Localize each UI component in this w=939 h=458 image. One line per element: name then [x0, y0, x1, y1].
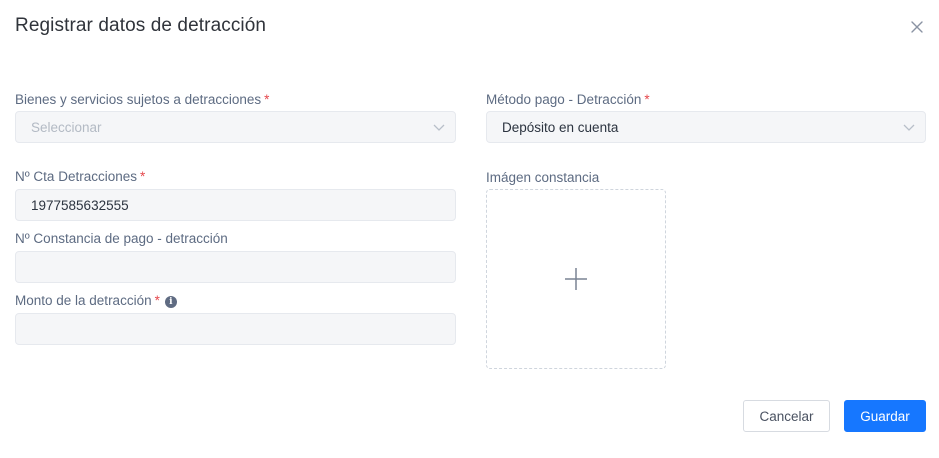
- cta-detracciones-input[interactable]: 1977585632555: [15, 189, 456, 221]
- required-mark: *: [644, 92, 650, 107]
- close-icon[interactable]: [906, 16, 928, 38]
- bienes-select[interactable]: Seleccionar: [15, 111, 456, 143]
- bienes-label-text: Bienes y servicios sujetos a detraccione…: [15, 92, 262, 107]
- cancel-button[interactable]: Cancelar: [743, 400, 830, 432]
- monto-label: Monto de la detracción * i: [15, 293, 177, 308]
- required-mark: *: [264, 92, 270, 107]
- imagen-constancia-label: Imágen constancia: [486, 170, 599, 185]
- required-mark: *: [154, 293, 160, 308]
- required-mark: *: [139, 169, 146, 184]
- constancia-pago-label: Nº Constancia de pago - detracción: [15, 231, 228, 246]
- dialog-title: Registrar datos de detracción: [15, 15, 267, 36]
- metodo-pago-value: Depósito en cuenta: [502, 119, 619, 135]
- metodo-pago-label-text: Método pago - Detracción: [486, 92, 642, 107]
- plus-icon: [565, 268, 587, 290]
- monto-input[interactable]: [15, 313, 456, 345]
- metodo-pago-label: Método pago - Detracción *: [486, 92, 650, 107]
- constancia-pago-input[interactable]: [15, 251, 456, 283]
- cta-detracciones-value: 1977585632555: [31, 197, 129, 213]
- chevron-down-icon: [903, 124, 915, 131]
- info-icon[interactable]: i: [164, 296, 177, 308]
- cta-detracciones-label: Nº Cta Detracciones *: [15, 169, 145, 184]
- imagen-constancia-label-text: Imágen constancia: [486, 170, 600, 185]
- chevron-down-icon: [433, 124, 445, 131]
- monto-label-text: Monto de la detracción: [15, 293, 152, 308]
- image-upload-area[interactable]: [486, 189, 666, 369]
- constancia-pago-label-text: Nº Constancia de pago - detracción: [15, 231, 228, 246]
- bienes-select-placeholder: Seleccionar: [31, 119, 102, 135]
- metodo-pago-select[interactable]: Depósito en cuenta: [486, 111, 926, 143]
- save-button[interactable]: Guardar: [844, 400, 926, 432]
- register-detraccion-dialog: Registrar datos de detracción Bienes y s…: [0, 0, 939, 458]
- cta-detracciones-label-text: Nº Cta Detracciones: [15, 169, 137, 184]
- bienes-label: Bienes y servicios sujetos a detraccione…: [15, 92, 269, 107]
